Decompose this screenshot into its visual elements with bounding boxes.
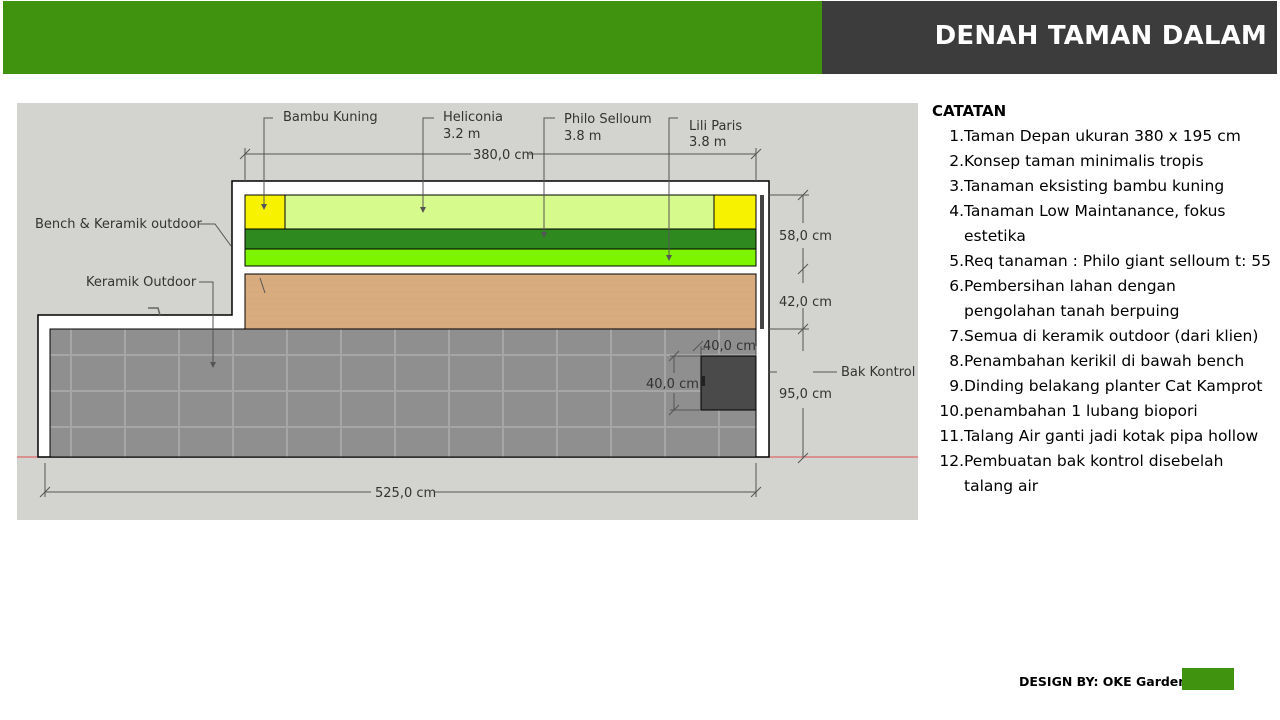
list-item: 12. Pembuatan bak kontrol disebelah talan… <box>939 452 1224 495</box>
brand-swatch <box>1182 668 1234 690</box>
header-bar-green <box>3 1 822 74</box>
list-item: 5. Req tanaman : Philo giant selloum t: 5… <box>949 252 1271 270</box>
garden-plan-drawing: Bambu Kuning Heliconia 3.2 m Philo Sello… <box>17 110 918 501</box>
dim-right-bottom: 95,0 cm <box>779 387 832 402</box>
list-item: 8. Penambahan kerikil di bawah bench <box>949 352 1245 370</box>
bambu-zone-left <box>244 194 286 230</box>
list-item: 1. Taman Depan ukuran 380 x 195 cm <box>949 127 1241 145</box>
label-bench-keramik: Bench & Keramik outdoor <box>35 217 203 232</box>
lili-zone <box>244 248 757 267</box>
dim-top-width: 380,0 cm <box>473 148 534 163</box>
label-keramik-outdoor: Keramik Outdoor <box>86 275 197 290</box>
tile-floor <box>49 328 757 458</box>
page-title: DENAH TAMAN DALAM <box>934 21 1267 51</box>
notes-panel: CATATAN 1. Taman Depan ukuran 380 x 195 c… <box>932 102 1272 499</box>
dim-right-mid: 42,0 cm <box>779 295 832 310</box>
label-lili-height: 3.8 m <box>689 135 726 150</box>
bak-kontrol-handle <box>701 376 705 386</box>
label-philo-selloum: Philo Selloum <box>564 112 652 127</box>
tap-fixture <box>148 307 161 316</box>
list-item: 10. penambahan 1 lubang biopori <box>939 402 1198 420</box>
list-item: 7. Semua di keramik outdoor (dari klien) <box>949 327 1259 345</box>
list-item: 11. Talang Air ganti jadi kotak pipa holl… <box>939 427 1259 445</box>
bak-kontrol-box <box>700 355 757 411</box>
list-item: 4. Tanaman Low Maintanance, fokus estetik… <box>949 202 1226 245</box>
dim-box-width: 40,0 cm <box>703 339 756 354</box>
label-bak-kontrol: Bak Kontrol <box>841 365 915 380</box>
dim-box-height: 40,0 cm <box>646 377 699 392</box>
bench-zone <box>244 273 757 330</box>
garden-plan: Bambu Kuning Heliconia 3.2 m Philo Sello… <box>17 103 918 520</box>
list-item: 6. Pembersihan lahan dengan pengolahan ta… <box>949 277 1180 320</box>
label-bambu-kuning: Bambu Kuning <box>283 110 378 125</box>
philo-zone <box>244 228 757 250</box>
heliconia-zone <box>244 194 757 230</box>
label-heliconia-height: 3.2 m <box>443 127 480 142</box>
dim-right-top: 58,0 cm <box>779 229 832 244</box>
list-item: 3. Tanaman eksisting bambu kuning <box>949 177 1225 195</box>
notes-title: CATATAN <box>932 102 1007 120</box>
label-heliconia: Heliconia <box>443 110 503 125</box>
list-item: 9. Dinding belakang planter Cat Kamprot <box>949 377 1263 395</box>
label-philo-height: 3.8 m <box>564 129 601 144</box>
design-credit: DESIGN BY: OKE Garden <box>1019 674 1188 689</box>
right-wall-strip <box>760 195 764 329</box>
list-item: 2. Konsep taman minimalis tropis <box>949 152 1204 170</box>
notes-list: 1. Taman Depan ukuran 380 x 195 cm 2. Kons… <box>932 124 1272 499</box>
label-lili-paris: Lili Paris <box>689 119 742 134</box>
bambu-zone-right <box>713 194 757 230</box>
header-bar-dark: DENAH TAMAN DALAM <box>822 1 1277 74</box>
dim-bottom-width: 525,0 cm <box>375 486 436 501</box>
